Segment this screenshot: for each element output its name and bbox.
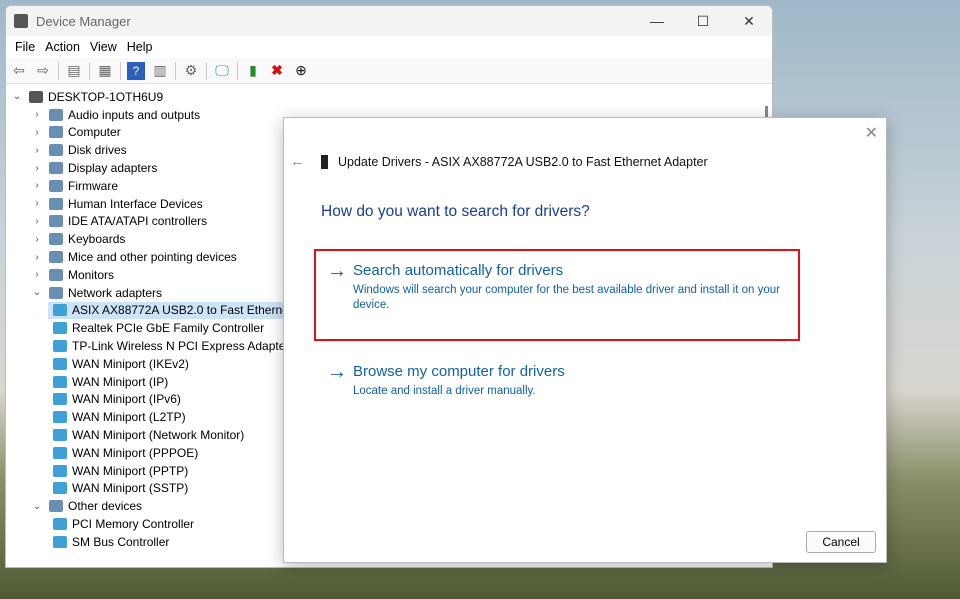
dialog-question: How do you want to search for drivers? — [321, 203, 590, 220]
back-arrow-icon[interactable]: ← — [290, 153, 305, 170]
update-drivers-dialog: ✕ ← Update Drivers - ASIX AX88772A USB2.… — [283, 117, 887, 563]
cancel-button[interactable]: Cancel — [806, 531, 876, 553]
search-automatically-option[interactable]: → Search automatically for drivers Windo… — [327, 260, 783, 313]
network-adapter-icon — [321, 155, 328, 169]
arrow-right-icon: → — [327, 260, 347, 282]
arrow-right-icon: → — [327, 361, 347, 383]
option-title: Search automatically for drivers — [353, 262, 564, 279]
browse-computer-option[interactable]: → Browse my computer for drivers Locate … — [327, 361, 783, 399]
option-title: Browse my computer for drivers — [353, 363, 565, 380]
dialog-close-button[interactable]: ✕ — [865, 123, 878, 143]
dialog-title: Update Drivers - ASIX AX88772A USB2.0 to… — [338, 155, 708, 169]
option-description: Windows will search your computer for th… — [353, 284, 780, 311]
option-description: Locate and install a driver manually. — [353, 385, 536, 397]
